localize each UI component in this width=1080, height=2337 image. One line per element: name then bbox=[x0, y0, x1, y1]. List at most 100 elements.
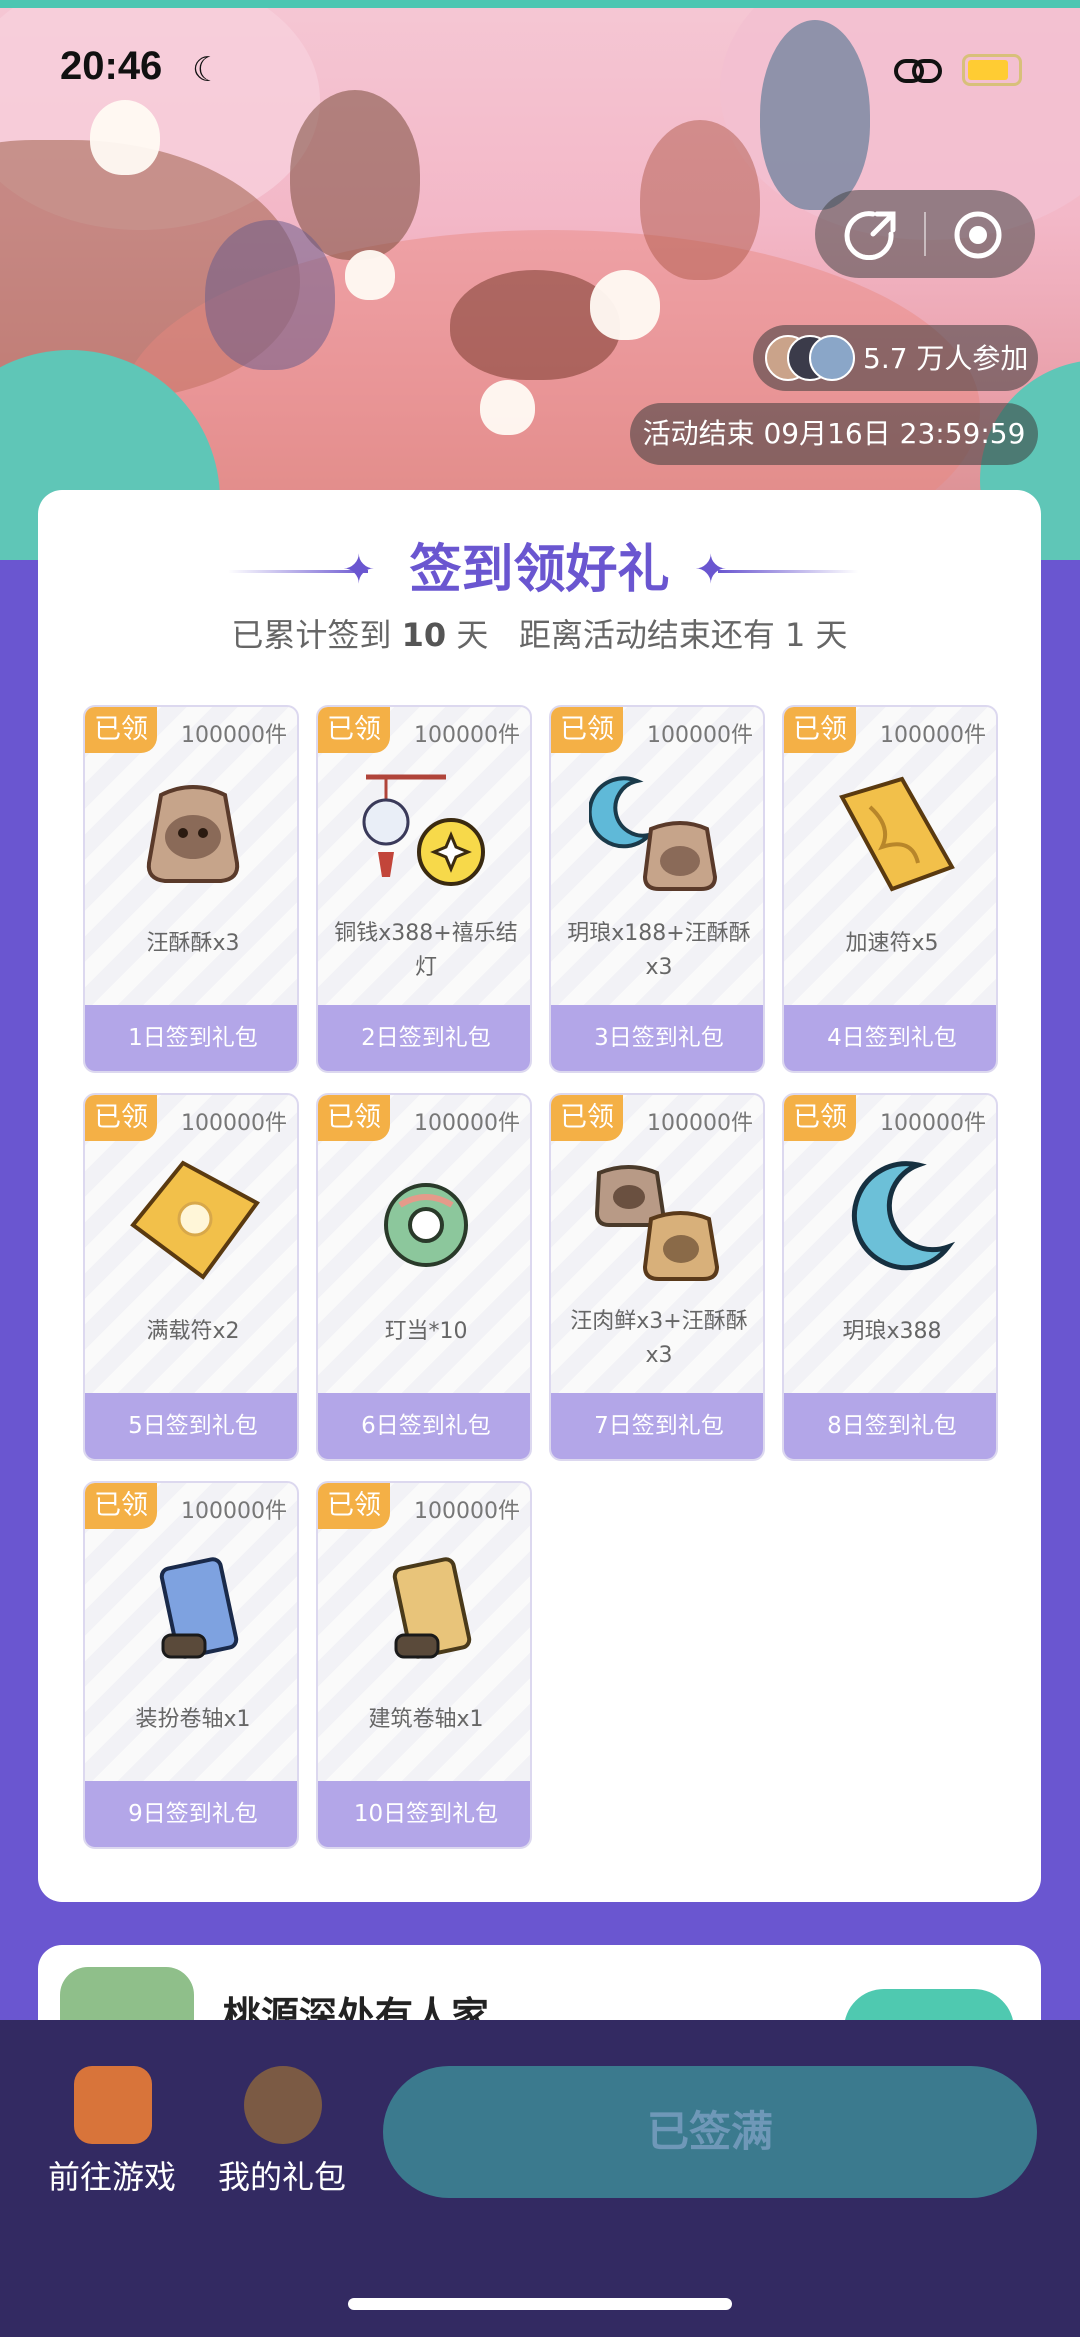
character-illustration bbox=[205, 220, 335, 370]
reward-quantity: 100000件 bbox=[880, 1111, 986, 1136]
game-icon bbox=[74, 2066, 152, 2144]
checkin-heading: ✦ 签到领好礼 ✦ bbox=[38, 530, 1041, 610]
mascot-illustration bbox=[90, 100, 160, 175]
hero-banner: 20:46 ☾ 5.7 万人参加 活动结束 09月16日 23:59:59 bbox=[0, 0, 1080, 560]
participants-pill: 5.7 万人参加 bbox=[753, 325, 1038, 391]
reward-card-day-2[interactable]: 已领 100000件 铜钱x388+禧乐结灯 2日签到礼包 bbox=[316, 705, 532, 1073]
reward-day-label: 5日签到礼包 bbox=[85, 1393, 297, 1459]
heading-line-right bbox=[718, 570, 858, 573]
reward-day-label: 8日签到礼包 bbox=[784, 1393, 996, 1459]
reward-quantity: 100000件 bbox=[181, 723, 287, 748]
reward-name: 装扮卷轴x1 bbox=[135, 1707, 251, 1732]
reward-card-day-9[interactable]: 已领 100000件 装扮卷轴x1 9日签到礼包 bbox=[83, 1481, 299, 1849]
scroll-gold-icon bbox=[392, 1557, 472, 1659]
reward-name: 建筑卷轴x1 bbox=[368, 1707, 484, 1732]
reward-name: 汪酥酥x3 bbox=[146, 931, 240, 956]
participants-count: 5.7 万人参加 bbox=[863, 342, 1029, 375]
reward-quantity: 100000件 bbox=[414, 1499, 520, 1524]
subtitle-prefix: 已累计签到 bbox=[231, 616, 392, 654]
reward-name: 满载符x2 bbox=[146, 1319, 240, 1344]
checkin-subtitle: 已累计签到 10 天 距离活动结束还有 1 天 bbox=[38, 610, 1041, 656]
go-to-game-label: 前往游戏 bbox=[47, 2158, 176, 2196]
scroll-blue-icon bbox=[159, 1557, 239, 1659]
go-to-game-button[interactable]: 前往游戏 bbox=[42, 2066, 182, 2196]
moon-icon bbox=[851, 1161, 956, 1271]
reward-card-day-7[interactable]: 已领 100000件 汪肉鲜x3+汪酥酥x3 7日签到礼包 bbox=[549, 1093, 765, 1461]
page-title: 签到领好礼 bbox=[409, 540, 670, 600]
link-icon bbox=[894, 59, 942, 83]
claimed-badge: 已领 bbox=[551, 1095, 623, 1141]
days-signed: 10 bbox=[401, 616, 447, 654]
claimed-badge: 已领 bbox=[318, 1483, 390, 1529]
lantern-coin-icon bbox=[362, 774, 485, 886]
mascot-illustration bbox=[345, 250, 395, 300]
talisman-icon bbox=[839, 776, 955, 892]
reward-day-label: 1日签到礼包 bbox=[85, 1005, 297, 1071]
mascot-illustration bbox=[480, 380, 535, 435]
reward-name: 玥琅x188+汪酥酥x3 bbox=[567, 921, 751, 980]
reward-day-label: 4日签到礼包 bbox=[784, 1005, 996, 1071]
reward-day-label: 2日签到礼包 bbox=[318, 1005, 530, 1071]
reward-card-day-4[interactable]: 已领 100000件 加速符x5 4日签到礼包 bbox=[782, 705, 998, 1073]
reward-card-day-8[interactable]: 已领 100000件 玥琅x388 8日签到礼包 bbox=[782, 1093, 998, 1461]
capsule-divider bbox=[924, 212, 926, 256]
status-bar: 20:46 ☾ bbox=[0, 40, 1080, 100]
close-target-icon[interactable] bbox=[951, 208, 1005, 262]
mascot-illustration bbox=[590, 270, 660, 340]
my-gifts-label: 我的礼包 bbox=[217, 2158, 346, 2196]
reward-name: 玥琅x388 bbox=[842, 1319, 942, 1344]
claimed-badge: 已领 bbox=[551, 707, 623, 753]
reward-name: 汪肉鲜x3+汪酥酥x3 bbox=[570, 1309, 748, 1368]
reward-card-day-6[interactable]: 已领 100000件 玎当*10 6日签到礼包 bbox=[316, 1093, 532, 1461]
claimed-badge: 已领 bbox=[318, 707, 390, 753]
reward-day-label: 10日签到礼包 bbox=[318, 1781, 530, 1847]
reward-day-label: 6日签到礼包 bbox=[318, 1393, 530, 1459]
top-accent-bar bbox=[0, 0, 1080, 8]
mini-program-capsule bbox=[815, 190, 1035, 278]
reward-day-label: 7日签到礼包 bbox=[551, 1393, 763, 1459]
reward-day-label: 9日签到礼包 bbox=[85, 1781, 297, 1847]
home-indicator bbox=[348, 2298, 732, 2310]
claimed-badge: 已领 bbox=[85, 707, 157, 753]
bag-icon bbox=[146, 785, 240, 883]
reward-name: 玎当*10 bbox=[384, 1319, 468, 1344]
reward-quantity: 100000件 bbox=[880, 723, 986, 748]
avatar bbox=[809, 335, 855, 381]
reward-quantity: 100000件 bbox=[414, 723, 520, 748]
checkin-card: ✦ 签到领好礼 ✦ 已累计签到 10 天 距离活动结束还有 1 天 已领 100… bbox=[38, 490, 1041, 1902]
gift-icon bbox=[244, 2066, 322, 2144]
activity-end-time: 活动结束 09月16日 23:59:59 bbox=[630, 403, 1038, 465]
reward-card-day-1[interactable]: 已领 100000件 汪酥酥x3 1日签到礼包 bbox=[83, 705, 299, 1073]
bottom-bar: 前往游戏 我的礼包 已签满 bbox=[0, 2020, 1080, 2337]
reward-quantity: 100000件 bbox=[181, 1499, 287, 1524]
reward-quantity: 100000件 bbox=[414, 1111, 520, 1136]
reward-card-day-3[interactable]: 已领 100000件 玥琅x188+汪酥酥x3 3日签到礼包 bbox=[549, 705, 765, 1073]
reward-quantity: 100000件 bbox=[647, 723, 753, 748]
subtitle-days-unit: 天 bbox=[456, 616, 489, 654]
claimed-badge: 已领 bbox=[85, 1483, 157, 1529]
claimed-badge: 已领 bbox=[784, 1095, 856, 1141]
claimed-badge: 已领 bbox=[784, 707, 856, 753]
claimed-badge: 已领 bbox=[85, 1095, 157, 1141]
double-bag-icon bbox=[594, 1165, 720, 1281]
ring-icon bbox=[384, 1183, 468, 1267]
reward-quantity: 100000件 bbox=[647, 1111, 753, 1136]
subtitle-suffix: 距离活动结束还有 1 天 bbox=[518, 616, 848, 654]
reward-name: 加速符x5 bbox=[845, 931, 939, 956]
moon-icon: ☾ bbox=[192, 50, 223, 90]
battery-icon bbox=[962, 54, 1022, 86]
reward-name: 铜钱x388+禧乐结灯 bbox=[334, 921, 518, 980]
talisman-flower-icon bbox=[130, 1160, 260, 1280]
my-gifts-button[interactable]: 我的礼包 bbox=[212, 2066, 352, 2196]
reward-card-day-5[interactable]: 已领 100000件 满载符x2 5日签到礼包 bbox=[83, 1093, 299, 1461]
reward-card-day-10[interactable]: 已领 100000件 建筑卷轴x1 10日签到礼包 bbox=[316, 1481, 532, 1849]
participant-avatars bbox=[765, 335, 855, 381]
share-icon[interactable] bbox=[843, 208, 899, 260]
character-illustration bbox=[640, 120, 760, 280]
status-time: 20:46 bbox=[60, 44, 163, 88]
reward-quantity: 100000件 bbox=[181, 1111, 287, 1136]
moon-bag-icon bbox=[589, 776, 718, 891]
reward-day-label: 3日签到礼包 bbox=[551, 1005, 763, 1071]
signed-full-button[interactable]: 已签满 bbox=[383, 2066, 1037, 2198]
claimed-badge: 已领 bbox=[318, 1095, 390, 1141]
